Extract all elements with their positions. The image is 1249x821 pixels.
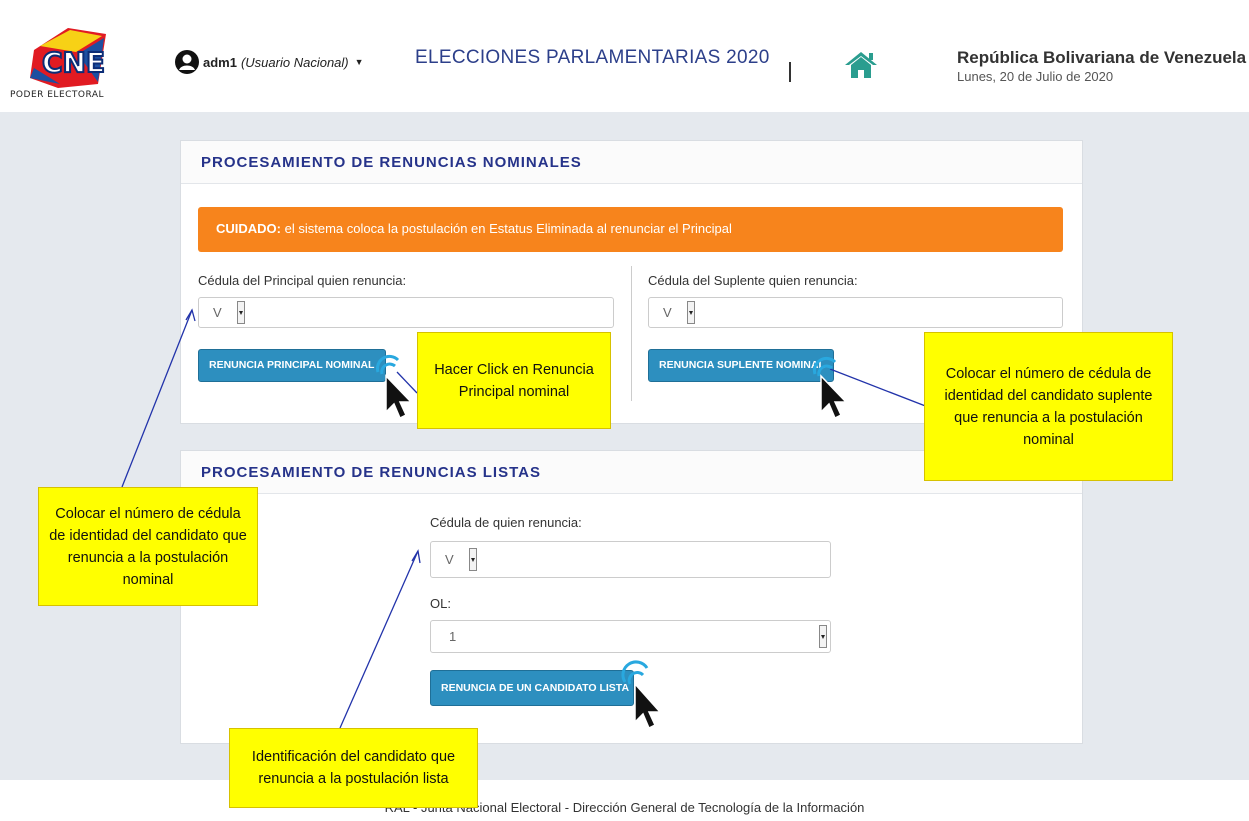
user-icon [175,50,199,74]
ol-label: OL: [430,596,451,611]
click-cursor-suplente [812,356,848,420]
suplente-prefix-select[interactable] [687,301,695,324]
principal-prefix-select[interactable] [237,301,245,324]
user-name: adm1 [203,54,237,70]
click-cursor-principal [375,354,413,420]
callout-principal: Colocar el número de cédula de identidad… [38,487,258,606]
svg-text:CNE: CNE [42,46,105,79]
lista-cedula-input[interactable]: V [430,541,831,578]
election-title: ELECCIONES PARLAMENTARIAS 2020 [415,47,770,68]
current-date: Lunes, 20 de Julio de 2020 [957,69,1114,84]
principal-cedula-input[interactable]: V [198,297,614,328]
callout-lista: Identificación del candidato que renunci… [229,728,478,808]
suplente-prefix: V [663,305,672,320]
panel-title-nominales: PROCESAMIENTO DE RENUNCIAS NOMINALES [181,141,1082,184]
user-role: (Usuario Nacional) [240,54,349,70]
ol-value: 1 [449,629,457,644]
chevron-down-icon: ▼ [354,57,364,67]
click-cursor-lista [621,660,662,730]
home-icon[interactable] [843,50,879,85]
ol-dropdown-arrow[interactable] [819,625,827,648]
top-header: CNE PODER ELECTORAL adm1 (Usuario Nacion… [0,12,1249,112]
column-divider [631,266,632,401]
principal-label: Cédula del Principal quien renuncia: [198,273,407,288]
suplente-label: Cédula del Suplente quien renuncia: [648,273,858,288]
callout-suplente: Colocar el número de cédula de identidad… [924,332,1173,481]
warning-alert: CUIDADO: el sistema coloca la postulació… [198,207,1063,252]
republic-name: República Bolivariana de Venezuela [957,48,1247,67]
logo-subtitle: PODER ELECTORAL [10,90,105,100]
header-divider [789,62,791,82]
principal-prefix: V [213,305,222,320]
lista-prefix: V [445,552,454,567]
ol-select[interactable]: 1 [430,620,831,653]
cedula-label: Cédula de quien renuncia: [430,515,582,530]
user-menu[interactable]: adm1 (Usuario Nacional) ▼ [175,50,364,74]
alert-text: el sistema coloca la postulación en Esta… [281,221,732,236]
renuncia-principal-button[interactable]: RENUNCIA PRINCIPAL NOMINAL [198,349,386,382]
lista-prefix-select[interactable] [469,548,477,571]
footer-text: RAL - Junta Nacional Electoral - Direcci… [384,800,865,815]
renuncia-lista-button[interactable]: RENUNCIA DE UN CANDIDATO LISTA [430,670,634,706]
suplente-cedula-input[interactable]: V [648,297,1063,328]
alert-strong: CUIDADO: [216,221,281,236]
callout-click-principal: Hacer Click en Renuncia Principal nomina… [417,332,611,429]
